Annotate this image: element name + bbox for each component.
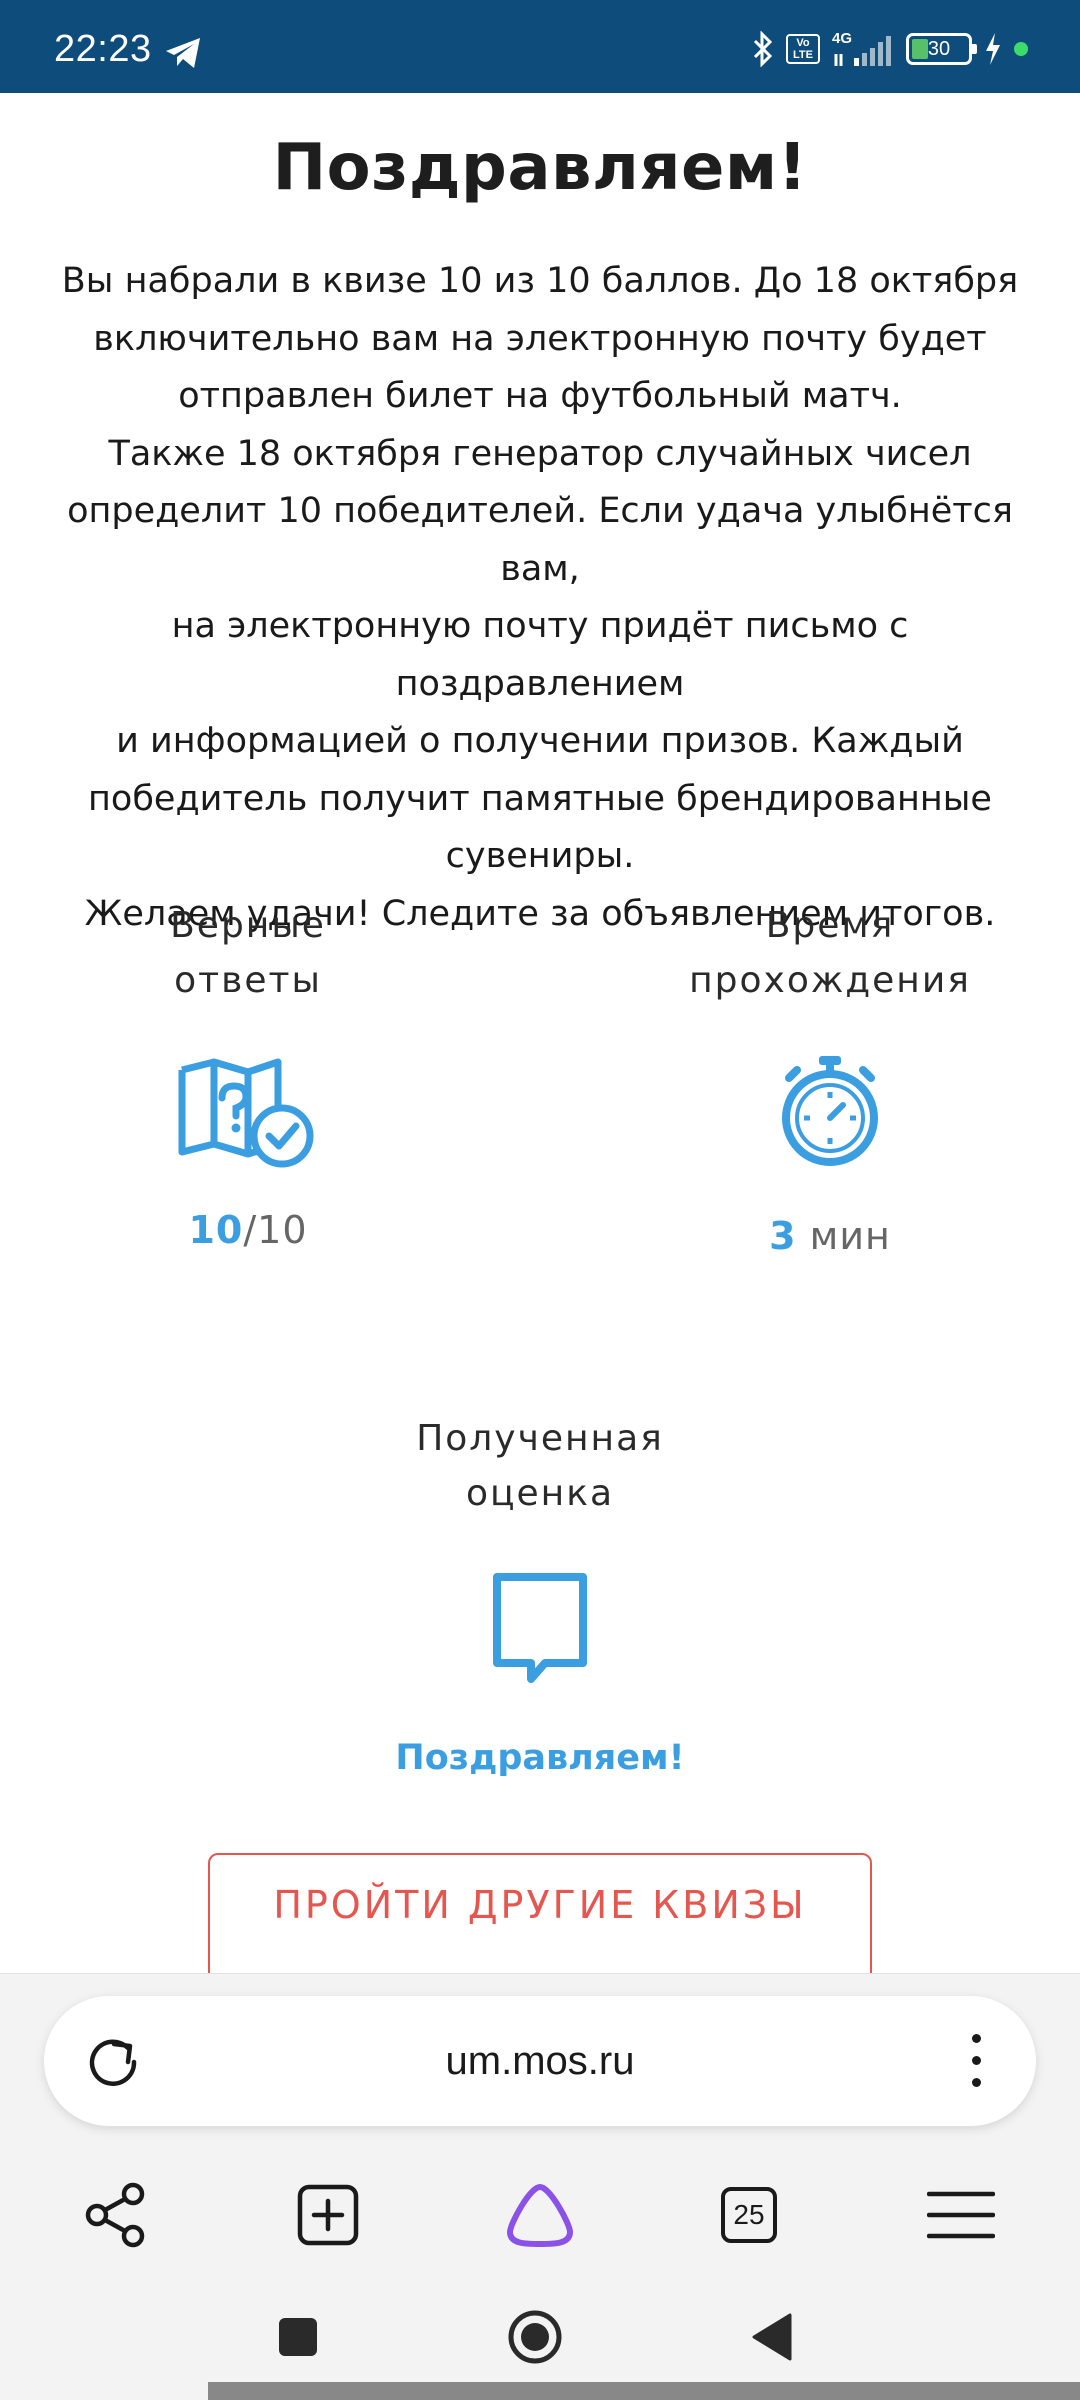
speech-bubble-icon [493,1573,587,1683]
stat-label-grade: Полученная оценка [416,1418,664,1514]
stat-value-time: 3 мин [610,1214,1050,1258]
battery-level: 30 [927,38,951,60]
volte-icon: Vo LTE [786,34,820,64]
url-text[interactable]: um.mos.ru [44,1996,1036,2126]
grade-value: Поздравляем! [395,1738,685,1778]
battery-nub [972,44,977,54]
status-bar: 22:23 Vo LTE 4G 30 [0,0,1080,93]
gesture-bar [208,2382,1080,2400]
new-tab-button[interactable] [283,2170,373,2260]
menu-icon [927,2191,995,2239]
status-dot [1014,42,1028,56]
stat-value-correct: 10/10 [28,1208,468,1252]
bluetooth-icon [753,31,773,67]
time-minutes: 3 [769,1214,797,1258]
stat-label-correct: Верные ответы [170,905,326,1001]
result-message: Вы набрали в квизе 10 из 10 баллов. До 1… [61,261,1019,934]
share-button[interactable] [71,2170,161,2260]
page-content: Поздравляем! Вы набрали в квизе 10 из 10… [0,93,1080,1973]
signal-4g-icon: 4G [832,30,894,66]
recent-apps-button[interactable] [253,2292,343,2382]
more-quizzes-label: ПРОЙТИ ДРУГИЕ КВИЗЫ [273,1883,807,1927]
charging-icon [986,33,1000,65]
telegram-icon [166,38,200,68]
page-title: Поздравляем! [272,131,808,205]
status-time: 22:23 [54,28,152,70]
new-tab-icon [297,2184,359,2246]
stat-completion-time: Время прохождения 3 мин [610,898,1050,1258]
more-quizzes-button[interactable]: ПРОЙТИ ДРУГИЕ КВИЗЫ [208,1853,872,1973]
browser-toolbar: um.mos.ru 25 [0,1973,1080,2400]
home-button[interactable] [490,2292,580,2382]
stat-correct-answers: Верные ответы 10/10 [28,898,468,1252]
stopwatch-icon [782,1056,878,1166]
alice-button[interactable] [495,2170,585,2260]
map-question-check-icon [178,1058,314,1168]
share-icon [85,2182,145,2248]
stat-label-time: Время прохождения [689,905,971,1001]
correct-total: /10 [243,1208,308,1252]
time-unit: мин [796,1214,891,1258]
browser-menu-button[interactable] [916,2170,1006,2260]
tabs-icon: 25 [721,2187,777,2243]
recent-apps-icon [279,2318,317,2356]
status-icons: Vo LTE 4G 30 [752,30,1028,68]
address-bar[interactable]: um.mos.ru [44,1996,1036,2126]
back-button[interactable] [727,2292,817,2382]
alice-assistant-icon [507,2184,573,2247]
tabs-button[interactable]: 25 [704,2170,794,2260]
page-menu-icon[interactable] [970,2034,982,2088]
correct-count: 10 [188,1208,244,1252]
battery-icon: 30 [906,33,977,65]
home-icon [508,2310,562,2364]
back-icon [752,2313,792,2361]
stat-grade: Полученная оценка [320,1411,760,1685]
